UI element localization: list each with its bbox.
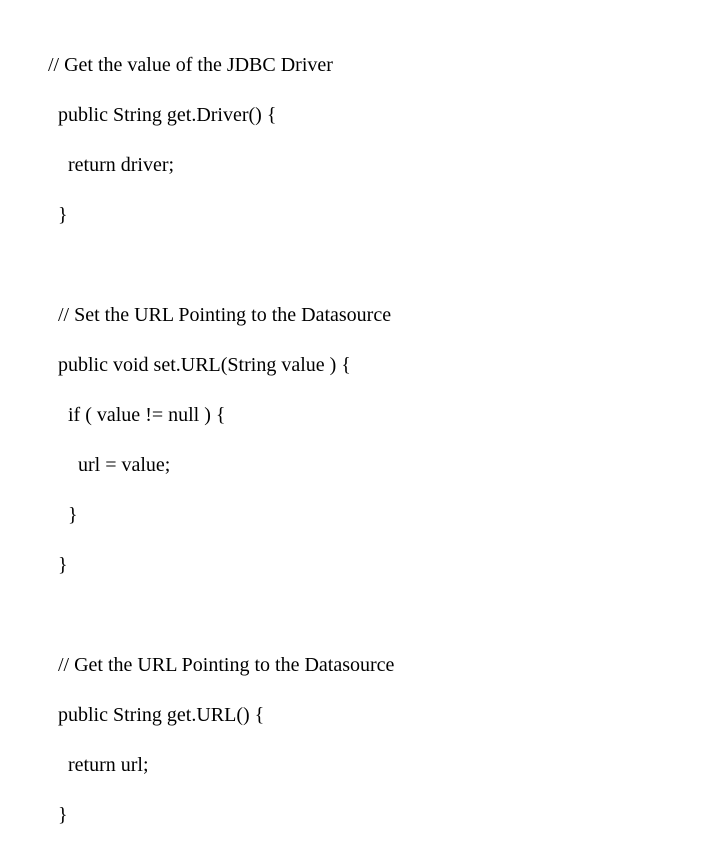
code-line: return driver; <box>48 153 720 178</box>
code-line: // Get the URL Pointing to the Datasourc… <box>48 653 720 678</box>
code-line: return url; <box>48 753 720 778</box>
code-line: public String get.Driver() { <box>48 103 720 128</box>
code-line: } <box>48 803 720 828</box>
code-line: // Set the URL Pointing to the Datasourc… <box>48 303 720 328</box>
code-line: public void set.URL(String value ) { <box>48 353 720 378</box>
code-line: if ( value != null ) { <box>48 403 720 428</box>
code-line: } <box>48 203 720 228</box>
code-line: } <box>48 503 720 528</box>
code-line: url = value; <box>48 453 720 478</box>
code-line: // Get the value of the JDBC Driver <box>48 53 720 78</box>
blank-line <box>48 253 720 278</box>
code-block: // Get the value of the JDBC Driver publ… <box>0 0 720 853</box>
blank-line <box>48 603 720 628</box>
code-line: } <box>48 553 720 578</box>
code-line: public String get.URL() { <box>48 703 720 728</box>
